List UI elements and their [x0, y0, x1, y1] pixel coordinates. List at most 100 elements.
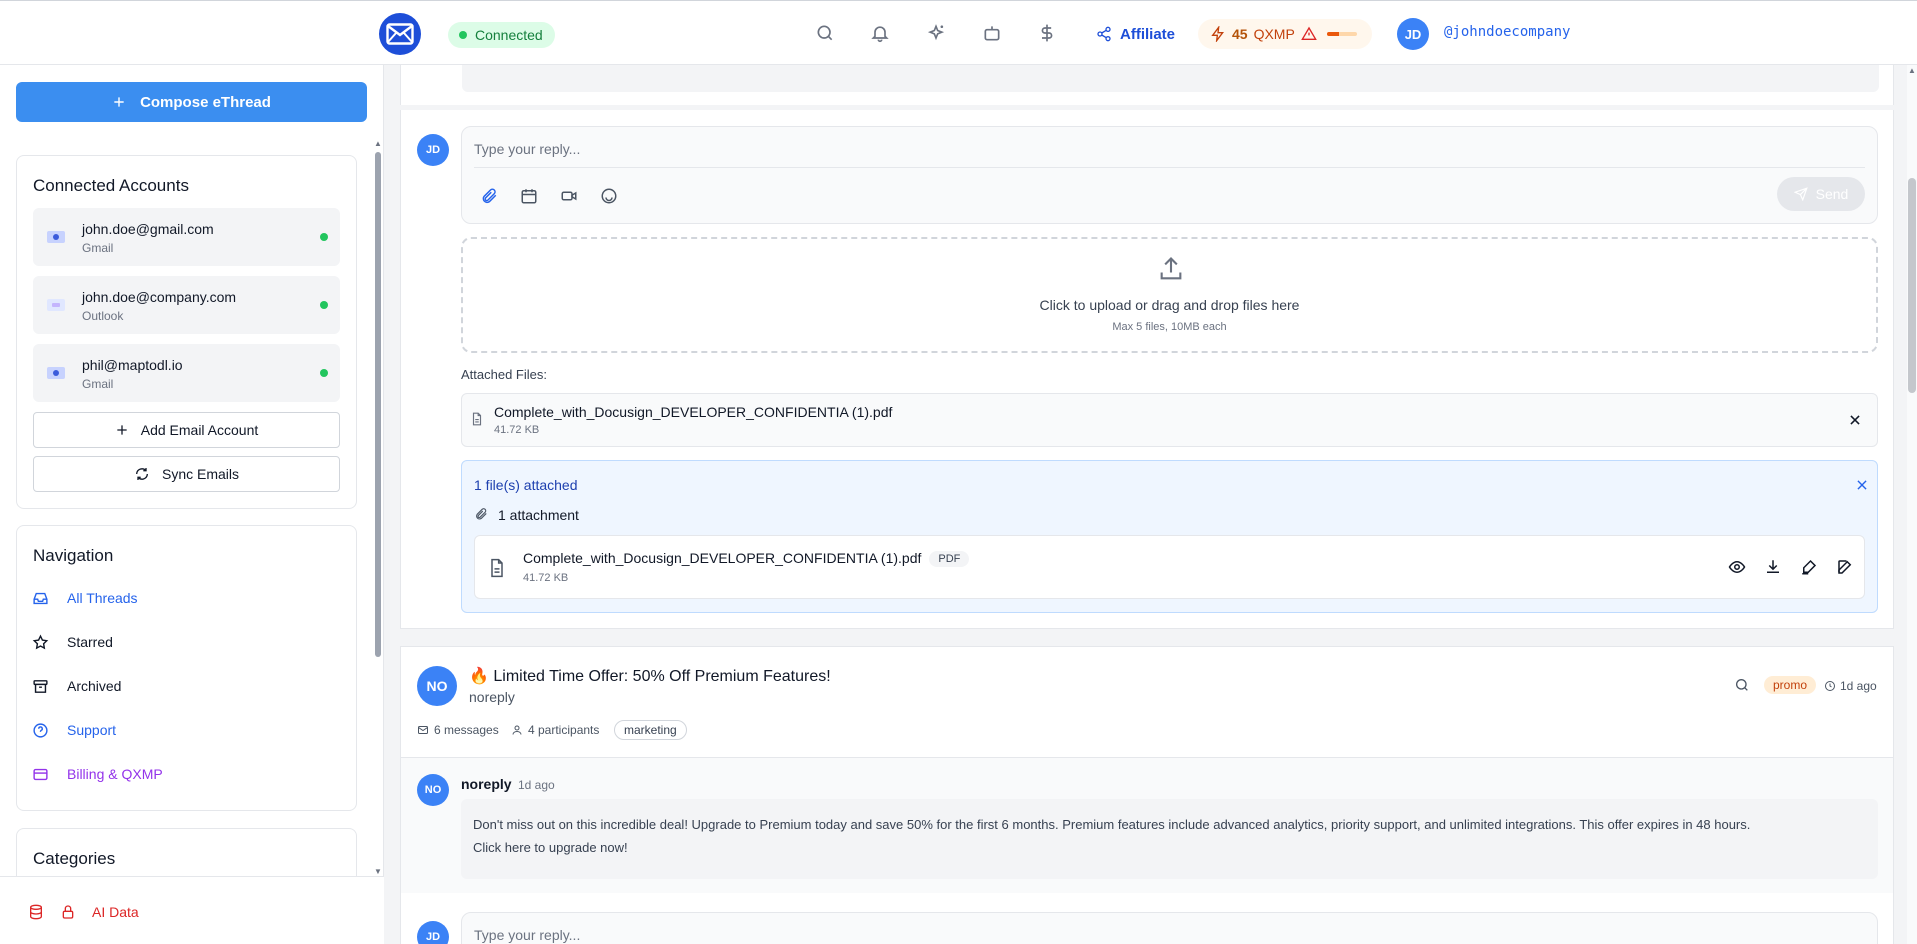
navigation-title: Navigation: [33, 546, 114, 565]
nav-item-billing[interactable]: Billing & QXMP: [32, 764, 163, 784]
main-scrollbar-thumb[interactable]: [1908, 178, 1916, 393]
main-scroll-up-arrow[interactable]: ▲: [1907, 66, 1917, 75]
star-icon: [32, 633, 49, 649]
gmail-icon: [47, 367, 65, 379]
upload-icon: [1160, 257, 1182, 280]
reply-composer-2: Type your reply...: [461, 912, 1878, 944]
nav-item-all-threads[interactable]: All Threads: [32, 588, 138, 608]
attached-file-size: 41.72 KB: [494, 424, 540, 436]
message-count: 6 messages: [417, 723, 499, 737]
connection-status-badge: Connected: [448, 22, 555, 48]
database-icon: [30, 904, 42, 920]
app-logo-mail-icon[interactable]: [379, 13, 421, 55]
message-time: 1d ago: [518, 778, 555, 792]
previous-message-remnant: [400, 65, 1894, 105]
reply-divider: [474, 167, 1865, 168]
compose-label: Compose eThread: [140, 93, 271, 111]
attachment-card: Complete_with_Docusign_DEVELOPER_CONFIDE…: [474, 535, 1865, 599]
qxmp-balance[interactable]: 45 QXMP: [1198, 19, 1372, 49]
message-body: Don't miss out on this incredible deal! …: [473, 813, 1868, 859]
edit-icon[interactable]: [1836, 558, 1854, 576]
sign-pen-icon[interactable]: [1800, 558, 1818, 576]
affiliate-label: Affiliate: [1120, 25, 1176, 43]
video-icon[interactable]: [560, 187, 578, 205]
account-status-dot: [320, 369, 328, 377]
nav-item-archived[interactable]: Archived: [32, 676, 121, 696]
file-upload-dropzone[interactable]: Click to upload or drag and drop files h…: [461, 237, 1878, 353]
previous-message-bubble: [462, 65, 1879, 92]
file-text-icon: [491, 558, 503, 578]
attachment-summary-box: 1 file(s) attached 1 attachment Complete…: [461, 460, 1878, 613]
participant-count: 4 participants: [511, 723, 599, 737]
user-avatar[interactable]: JD: [1397, 18, 1429, 50]
search-icon[interactable]: [815, 23, 835, 43]
warning-icon: [1300, 26, 1317, 40]
message-body-line1: Don't miss out on this incredible deal! …: [473, 817, 1751, 832]
account-provider: Gmail: [82, 377, 114, 391]
account-item[interactable]: john.doe@gmail.com Gmail: [33, 208, 340, 266]
search-thread-icon[interactable]: [1734, 677, 1750, 693]
dollar-icon[interactable]: [1037, 23, 1057, 43]
affiliate-link[interactable]: Affiliate: [1096, 23, 1175, 45]
nav-label: Billing & QXMP: [67, 766, 163, 782]
emoji-icon[interactable]: [600, 187, 618, 205]
bell-icon[interactable]: [870, 23, 890, 43]
reply-input-2[interactable]: Type your reply...: [474, 927, 580, 943]
send-icon: [1793, 187, 1808, 201]
add-email-account-button[interactable]: Add Email Account: [33, 412, 340, 448]
paperclip-icon[interactable]: [480, 187, 498, 205]
file-type-badge: PDF: [929, 551, 970, 568]
upload-hint: Max 5 files, 10MB each: [1112, 321, 1227, 333]
download-icon[interactable]: [1764, 558, 1782, 576]
ai-data-footer[interactable]: AI Data: [0, 876, 384, 944]
inbox-icon: [33, 592, 48, 604]
connection-status-label: Connected: [475, 27, 543, 43]
reply-avatar: JD: [417, 134, 449, 166]
thread-subject: Limited Time Offer: 50% Off Premium Feat…: [493, 668, 831, 685]
nav-item-support[interactable]: Support: [32, 720, 116, 740]
account-item[interactable]: phil@maptodl.io Gmail: [33, 344, 340, 402]
qxmp-progress-bar: [1326, 32, 1357, 36]
nav-label: Starred: [67, 634, 113, 650]
message-sender: noreply: [461, 776, 512, 792]
promo-tag: promo: [1764, 676, 1817, 694]
qxmp-count: 45: [1232, 26, 1248, 42]
refresh-icon: [135, 468, 148, 480]
archive-icon: [33, 679, 48, 693]
send-label: Send: [1815, 186, 1849, 202]
ai-data-label: AI Data: [92, 904, 139, 920]
fire-icon: 🔥: [469, 668, 489, 685]
clock-icon: [1825, 681, 1835, 691]
remove-file-close-icon[interactable]: [1848, 413, 1862, 427]
thread-time-label: 1d ago: [1840, 679, 1877, 693]
sidebar-scrollbar-thumb[interactable]: [375, 152, 381, 657]
message-avatar: NO: [417, 774, 449, 806]
account-provider: Gmail: [82, 241, 114, 255]
upgrade-link[interactable]: Click here to upgrade now!: [473, 840, 628, 855]
username[interactable]: @johndoecompany: [1444, 24, 1570, 40]
sparkles-icon[interactable]: [926, 23, 946, 43]
lightning-icon: [1211, 26, 1224, 42]
attached-files-heading: Attached Files:: [461, 367, 547, 382]
preview-eye-icon[interactable]: [1728, 558, 1746, 576]
send-button[interactable]: Send: [1777, 177, 1865, 211]
calendar-icon[interactable]: [520, 187, 538, 205]
reply-input[interactable]: Type your reply...: [474, 141, 580, 157]
account-provider: Outlook: [82, 309, 124, 323]
sidebar: Compose eThread Connected Accounts john.…: [0, 65, 384, 944]
account-item[interactable]: john.doe@company.com Outlook: [33, 276, 340, 334]
connected-accounts-title: Connected Accounts: [33, 176, 189, 195]
share-icon: [1097, 26, 1111, 42]
bot-icon[interactable]: [982, 23, 1002, 43]
scroll-up-arrow[interactable]: ▲: [374, 140, 382, 148]
nav-item-starred[interactable]: Starred: [32, 632, 113, 652]
account-email: phil@maptodl.io: [82, 357, 183, 373]
compose-button[interactable]: Compose eThread: [16, 82, 367, 122]
scroll-down-arrow[interactable]: ▼: [374, 868, 382, 876]
close-attachments-icon[interactable]: [1855, 478, 1869, 492]
outlook-icon: [47, 299, 65, 311]
connected-accounts-card: Connected Accounts john.doe@gmail.com Gm…: [16, 155, 357, 509]
nav-label: Archived: [67, 678, 122, 694]
sync-emails-button[interactable]: Sync Emails: [33, 456, 340, 492]
thread-subject-line[interactable]: 🔥 Limited Time Offer: 50% Off Premium Fe…: [469, 666, 831, 686]
